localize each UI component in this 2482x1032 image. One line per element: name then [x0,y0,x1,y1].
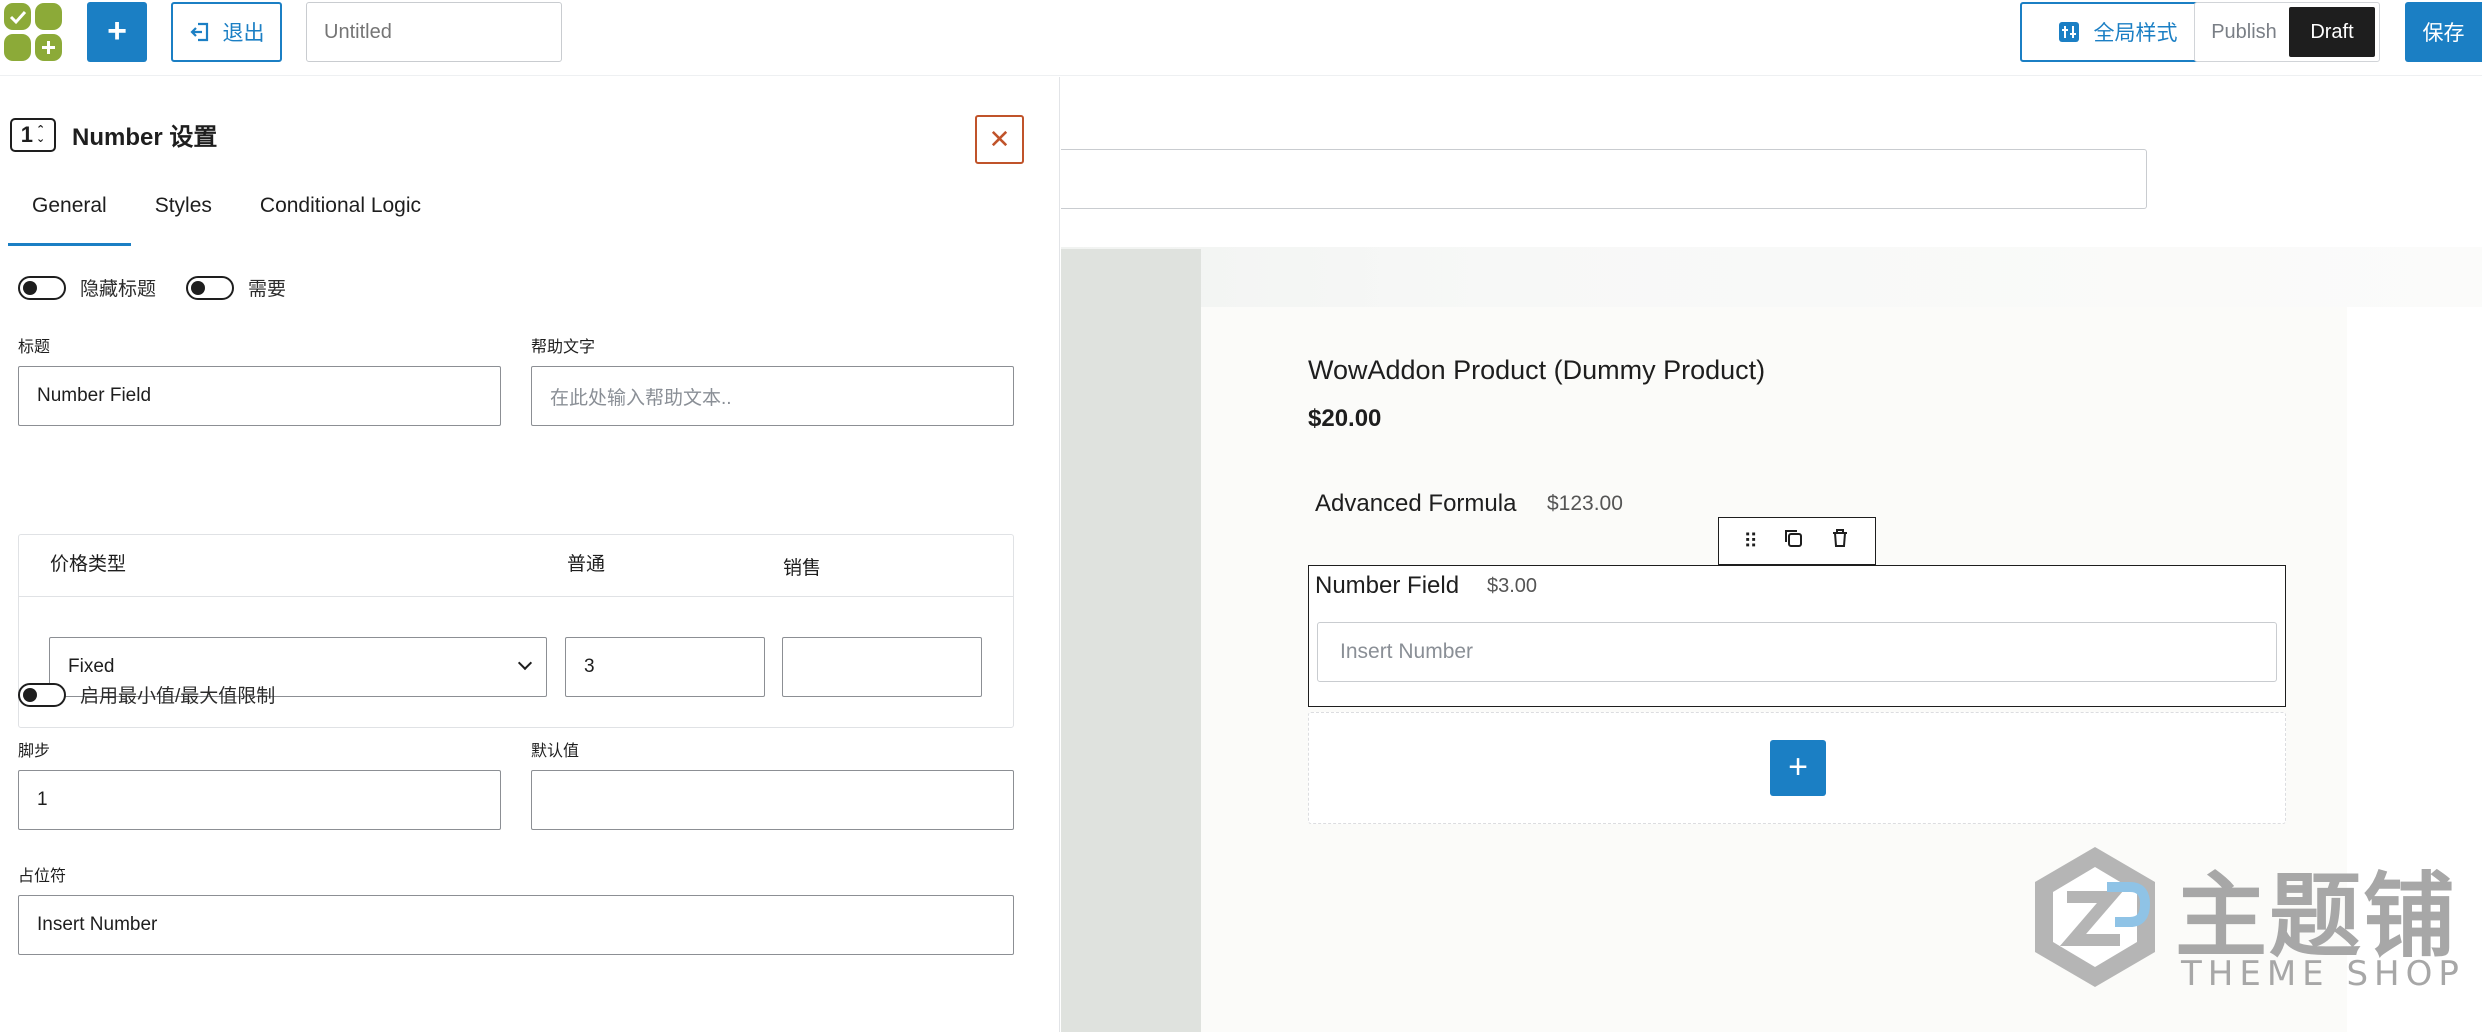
help-text-label: 帮助文字 [531,339,596,356]
required-label: 需要 [248,279,287,300]
number-settings-panel: 1 ⌃ ⌄ Number 设置 ✕ General Styles Conditio… [0,77,1060,1032]
step-field[interactable]: 1 [18,770,501,830]
save-button[interactable]: 保存 [2405,2,2482,62]
add-field-button[interactable]: + [1770,740,1826,796]
preview-band [1061,247,2482,307]
advanced-formula-label: Advanced Formula [1315,490,1517,517]
close-panel-button[interactable]: ✕ [975,115,1024,164]
number-field-input[interactable]: Insert Number [1317,622,2277,682]
global-style-label: 全局样式 [2093,22,2178,45]
plus-icon: + [107,12,127,50]
publish-draft-toggle[interactable]: Publish Draft [2194,2,2380,62]
watermark: 主题铺 THEME SHOP [2025,842,2465,1002]
default-value-field[interactable] [531,770,1014,830]
panel-title: Number 设置 [72,124,218,151]
regular-price-input[interactable]: 3 [565,637,765,697]
number-field-icon: 1 ⌃ ⌄ [10,117,56,152]
title-label: 标题 [18,339,51,356]
plus-icon: + [1788,748,1808,786]
publish-option[interactable]: Publish [2199,21,2289,44]
min-max-toggle-row: 启用最小值/最大值限制 [18,681,305,708]
regular-price-header: 普通 [567,554,606,575]
product-title: WowAddon Product (Dummy Product) [1308,355,1766,385]
draft-option[interactable]: Draft [2289,7,2375,57]
placeholder-field[interactable]: Insert Number [18,895,1014,955]
number-field-label: Number Field [1315,572,1460,599]
preview-top-input[interactable] [1061,149,2147,209]
exit-label: 退出 [222,22,265,45]
check-icon [9,10,27,25]
default-value-label: 默认值 [531,743,580,760]
hide-title-label: 隐藏标题 [80,279,157,300]
price-type-header: 价格类型 [50,554,127,575]
trash-icon[interactable] [1829,527,1851,555]
number-field-price: $3.00 [1487,575,1538,597]
placeholder-label: 占位符 [18,868,67,885]
tab-conditional-logic[interactable]: Conditional Logic [236,184,445,246]
top-toolbar: + 退出 全局样式 Publish Draft 保存 [0,0,2482,76]
sale-price-header: 销售 [783,558,822,579]
preview-sidebar-area [1061,249,1201,1032]
help-text-field[interactable]: 在此处输入帮助文本.. [531,366,1014,426]
tab-styles[interactable]: Styles [131,184,236,246]
block-toolbar: ⠿ [1718,517,1876,565]
drag-handle-icon[interactable]: ⠿ [1743,529,1758,554]
product-price: $20.00 [1308,405,1382,432]
global-style-button[interactable]: 全局样式 [2020,2,2215,62]
pricing-header: 价格类型 普通 销售 [19,535,1013,597]
panel-header: 1 ⌃ ⌄ Number 设置 [10,117,217,152]
toggle-row: 隐藏标题 需要 [18,274,316,301]
exit-icon [189,22,208,42]
sale-price-input[interactable] [782,637,982,697]
required-toggle[interactable] [186,275,235,300]
hide-title-toggle[interactable] [18,275,66,300]
watermark-logo-icon [2035,847,2155,987]
advanced-formula-price: $123.00 [1547,492,1623,515]
min-max-toggle[interactable] [18,682,66,707]
settings-tabs: General Styles Conditional Logic [8,184,445,246]
plus-icon [42,41,55,54]
form-title-input[interactable] [306,2,562,62]
tab-general[interactable]: General [8,184,131,246]
exit-button[interactable]: 退出 [171,2,282,62]
chevron-down-icon [517,655,533,671]
step-label: 脚步 [18,743,51,760]
app-logo [4,3,62,61]
number-field-block[interactable]: Number Field $3.00 Insert Number [1308,565,2286,707]
close-icon: ✕ [988,124,1011,154]
watermark-en: THEME SHOP [2181,954,2465,994]
min-max-label: 启用最小值/最大值限制 [80,686,276,707]
add-block-button[interactable]: + [87,2,147,62]
add-field-zone: + [1308,712,2286,824]
duplicate-icon[interactable] [1782,527,1804,555]
style-settings-icon [2058,22,2079,42]
title-field[interactable]: Number Field [18,366,501,426]
